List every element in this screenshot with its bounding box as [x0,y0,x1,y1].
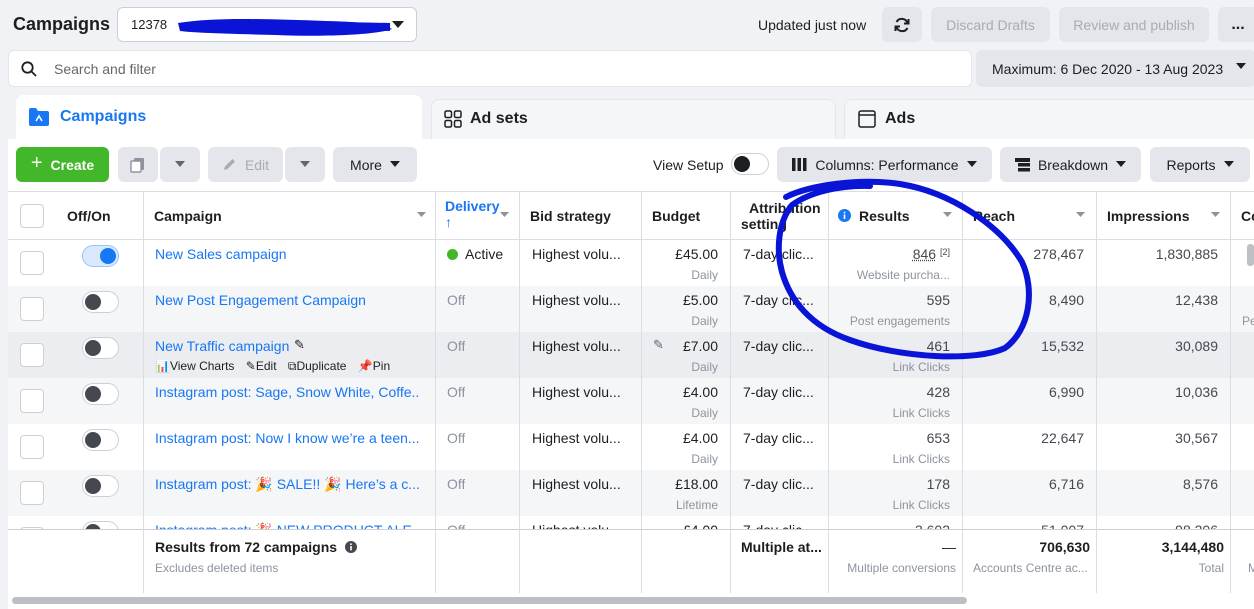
column-divider [730,192,731,593]
footer-cut-sub: M [1248,561,1254,575]
column-divider [828,192,829,593]
footer-title: Results from 72 campaigns [155,539,357,555]
footer-impressions: 3,144,480 [1161,539,1224,555]
delivery-status: Off [447,522,465,529]
impressions-value: 98,206 [1107,522,1218,529]
results-value: 3,602 [838,522,950,529]
column-divider [641,192,642,593]
column-divider [962,192,963,593]
attribution-setting: 7-day clic... [743,522,823,529]
reach-value: 51,007 [973,522,1084,529]
column-divider [1230,192,1231,593]
footer-results-sub: Multiple conversions [847,561,956,575]
footer-reach-sub: Accounts Centre ac... [973,561,1088,575]
footer-reach: 706,630 [1039,539,1090,555]
column-divider [519,192,520,593]
row-cells: Instagram post: 🎉 NEW PRODUCT ALE... Off H… [0,0,1254,529]
info-icon [344,541,357,553]
campaign-name-link[interactable]: Instagram post: 🎉 NEW PRODUCT ALE... [155,522,420,529]
column-divider [435,192,436,593]
footer-title-text: Results from 72 campaigns [155,539,338,555]
column-divider [143,192,144,593]
column-divider [1096,192,1097,593]
bid-strategy: Highest volu... [532,522,627,529]
budget-value: £4.00 [652,522,718,529]
footer-subtitle: Excludes deleted items [155,561,279,575]
footer-results: — [942,539,956,555]
footer-attribution: Multiple at... [741,539,822,555]
vertical-scrollbar[interactable] [1247,244,1254,266]
horizontal-scrollbar[interactable] [12,597,967,604]
campaign-toggle[interactable] [82,521,119,529]
footer-impressions-sub: Total [1198,561,1224,575]
